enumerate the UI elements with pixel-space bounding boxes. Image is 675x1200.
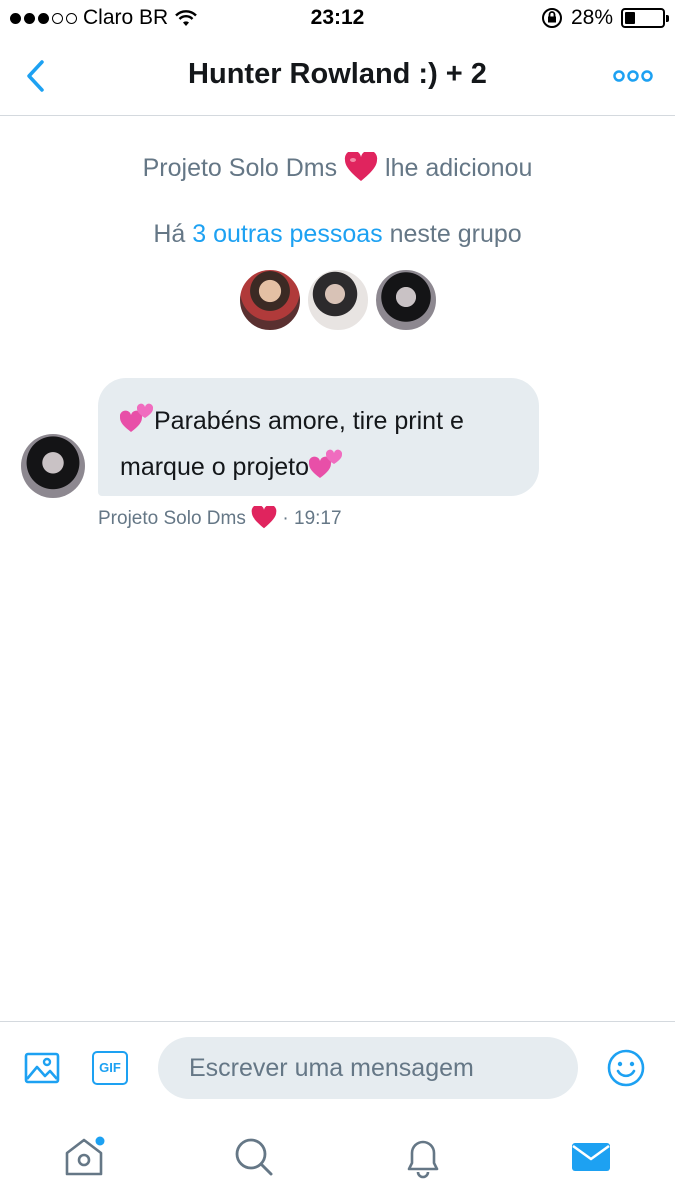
- added-notice: Projeto Solo Dms lhe adicionou: [0, 152, 675, 183]
- member-avatar[interactable]: [305, 268, 370, 332]
- two-hearts-icon: [119, 403, 154, 432]
- message-text-1: Parabéns amore, tire print e: [154, 407, 464, 435]
- message-bubble[interactable]: Parabéns amore, tire print e marque o pr…: [98, 378, 539, 496]
- member-avatar[interactable]: [373, 268, 438, 332]
- member-avatar[interactable]: [237, 268, 302, 332]
- orientation-lock-icon: [541, 8, 562, 28]
- message-sender: Projeto Solo Dms: [98, 508, 246, 529]
- search-icon[interactable]: [231, 1135, 275, 1179]
- message-line-2: marque o projeto: [120, 444, 517, 490]
- sender-avatar[interactable]: [21, 434, 85, 498]
- message-time: · 19:17: [282, 508, 342, 529]
- adder-name: Projeto Solo Dms: [142, 154, 338, 182]
- group-avatars[interactable]: [0, 268, 675, 332]
- message-input[interactable]: [158, 1037, 578, 1099]
- battery-percent: 28%: [570, 6, 613, 29]
- red-heart-icon: [344, 152, 378, 181]
- added-suffix: lhe adicionou: [385, 154, 533, 182]
- messages-icon[interactable]: [569, 1135, 613, 1179]
- notifications-icon[interactable]: [401, 1135, 445, 1179]
- status-right: 28%: [541, 6, 669, 30]
- battery-icon: [621, 8, 669, 28]
- message-text-2: marque o projeto: [120, 453, 310, 481]
- others-link[interactable]: 3 outras pessoas: [192, 220, 382, 248]
- image-icon[interactable]: [24, 1050, 60, 1086]
- red-heart-icon: [251, 504, 277, 529]
- home-icon[interactable]: [62, 1135, 106, 1179]
- others-suffix: neste grupo: [389, 220, 522, 248]
- conversation-header: Hunter Rowland :) + 2: [0, 38, 675, 116]
- more-options-icon[interactable]: [613, 64, 653, 88]
- conversation-title[interactable]: Hunter Rowland :) + 2: [0, 58, 675, 91]
- others-prefix: Há: [153, 220, 186, 248]
- group-members-notice: Há 3 outras pessoas neste grupo: [0, 220, 675, 249]
- bottom-tab-bar: [0, 1113, 675, 1200]
- emoji-icon[interactable]: [607, 1049, 645, 1087]
- message-meta: Projeto Solo Dms · 19:17: [98, 504, 342, 530]
- two-hearts-icon: [308, 449, 343, 478]
- message-line-1: Parabéns amore, tire print e: [119, 398, 517, 444]
- status-bar: Claro BR 23:12 28%: [0, 0, 675, 38]
- message-composer: GIF: [0, 1021, 675, 1113]
- gif-button[interactable]: GIF: [92, 1051, 128, 1085]
